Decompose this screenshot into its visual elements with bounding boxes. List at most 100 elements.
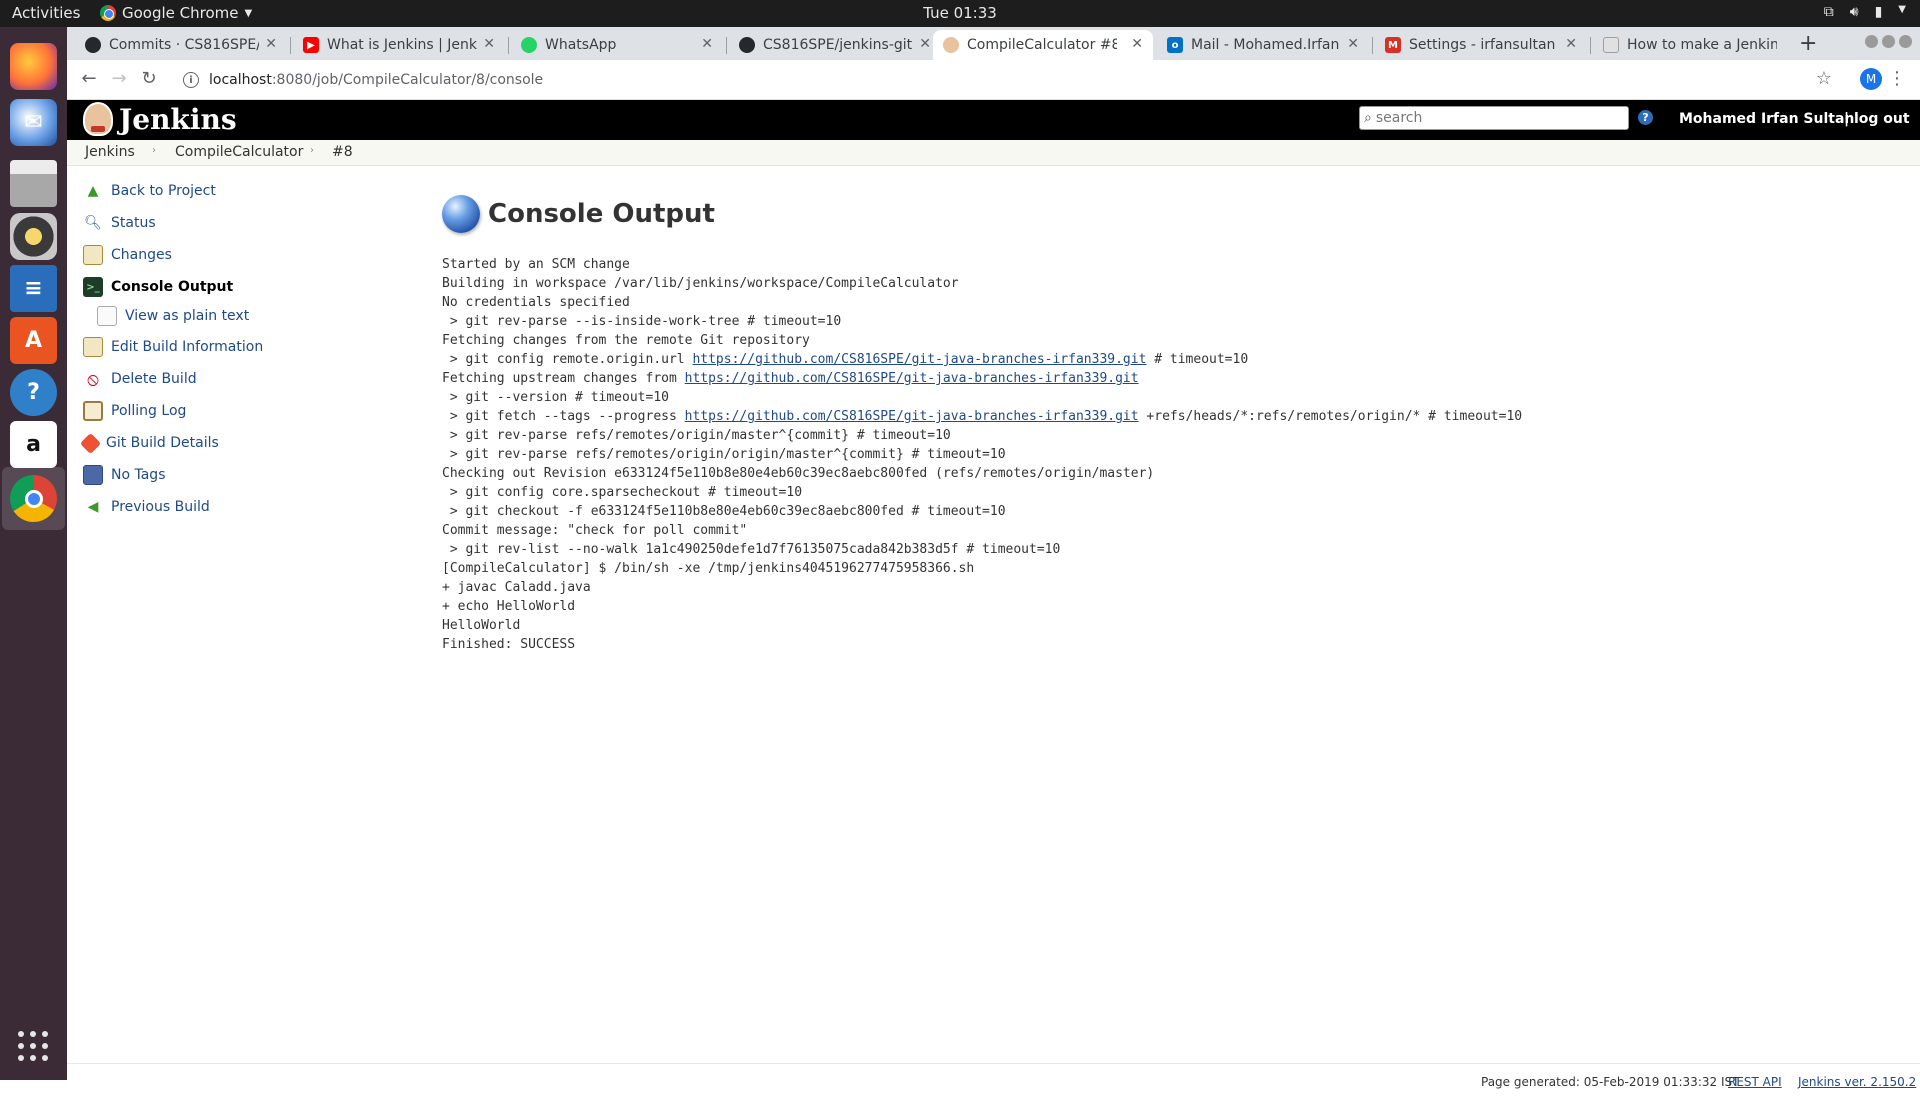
jenkins-brand: Jenkins <box>119 102 237 136</box>
repository-link[interactable]: https://github.com/CS816SPE/git-java-bra… <box>685 371 1139 386</box>
browser-tab[interactable]: CS816SPE/jenkins-git ✕ <box>729 30 941 60</box>
jenkins-version-link[interactable]: Jenkins ver. 2.150.2 <box>1798 1075 1916 1089</box>
browser-tab[interactable]: M Settings - irfansultan ✕ <box>1375 30 1587 60</box>
forward-arrow-icon[interactable]: → <box>107 68 131 89</box>
app-menu[interactable]: Google Chrome ▼ <box>100 4 252 22</box>
close-icon[interactable]: ✕ <box>265 36 277 52</box>
close-icon[interactable]: ✕ <box>1565 36 1577 52</box>
task-status[interactable]: 🔍︎ Status <box>83 212 156 234</box>
address-bar[interactable]: i localhost :8080/job/CompileCalculator/… <box>171 64 1834 96</box>
task-console-output[interactable]: >_ Console Output <box>83 276 233 298</box>
search-box[interactable]: ⌕ search <box>1359 106 1629 130</box>
task-no-tags[interactable]: No Tags <box>83 464 165 486</box>
close-icon[interactable]: ✕ <box>483 36 495 52</box>
jenkins-page: Jenkins ⌕ search ? Mohamed Irfan Sultan … <box>67 100 1920 1089</box>
console-line: > git rev-parse refs/remotes/origin/orig… <box>442 447 1006 462</box>
task-label: Edit Build Information <box>111 339 264 355</box>
ubuntu-dock: ✉ ≡ A ? a <box>0 27 67 1080</box>
minimize-button[interactable] <box>1865 35 1878 48</box>
console-output: Started by an SCM change Building in work… <box>442 255 1522 654</box>
task-previous-build[interactable]: ◀ Previous Build <box>83 496 210 518</box>
search-input[interactable]: search <box>1376 110 1423 126</box>
task-view-plain-text[interactable]: View as plain text <box>97 305 249 327</box>
jenkins-logo[interactable]: Jenkins <box>83 102 237 136</box>
bookmark-star-icon[interactable]: ☆ <box>1816 68 1832 89</box>
browser-tab[interactable]: Commits · CS816SPE/git-java-branches ✕ <box>75 30 287 60</box>
breadcrumb-job[interactable]: CompileCalculator <box>175 144 303 160</box>
task-git-build-details[interactable]: Git Build Details <box>79 432 219 454</box>
chevron-right-icon: › <box>152 145 156 156</box>
browser-tab[interactable]: ▶ What is Jenkins | Jenkins ✕ <box>293 30 505 60</box>
tab-strip: Commits · CS816SPE/git-java-branches ✕ ▶… <box>67 27 1920 60</box>
logout-link[interactable]: | log out <box>1844 111 1910 127</box>
console-line: > git rev-list --no-walk 1a1c490250defe1… <box>442 542 1061 557</box>
browser-toolbar: ← → ↻ i localhost :8080/job/CompileCalcu… <box>67 60 1920 100</box>
console-line: HelloWorld <box>442 618 521 633</box>
new-tab-button[interactable]: + <box>1799 31 1817 56</box>
maximize-button[interactable] <box>1882 35 1895 48</box>
more-menu-icon[interactable]: ⋮ <box>1888 68 1906 89</box>
close-window-button[interactable] <box>1899 35 1912 48</box>
close-icon[interactable]: ✕ <box>701 36 713 52</box>
page-title: Console Output <box>488 199 715 229</box>
tab-title: Mail - Mohamed.Irfan <box>1191 37 1340 53</box>
dropdown-arrow-icon: ▼ <box>244 7 253 19</box>
no-entry-icon: ⦸ <box>87 368 99 390</box>
task-changes[interactable]: Changes <box>83 244 172 266</box>
build-status-ball-icon <box>442 195 480 233</box>
console-line: Building in workspace /var/lib/jenkins/w… <box>442 276 959 291</box>
task-back-to-project[interactable]: ▲ Back to Project <box>83 180 216 202</box>
tab-divider <box>290 37 291 54</box>
writer-icon[interactable]: ≡ <box>10 265 57 312</box>
amazon-icon[interactable]: a <box>10 421 57 468</box>
back-arrow-icon[interactable]: ← <box>77 68 101 89</box>
rest-api-link[interactable]: REST API <box>1728 1075 1782 1089</box>
chrome-icon[interactable] <box>10 475 57 522</box>
show-apps-icon[interactable] <box>18 1031 49 1062</box>
software-center-icon[interactable]: A <box>10 317 57 364</box>
document-icon <box>97 306 117 326</box>
files-icon[interactable] <box>10 160 57 207</box>
repository-link[interactable]: https://github.com/CS816SPE/git-java-bra… <box>685 409 1139 424</box>
firefox-icon[interactable] <box>10 43 57 90</box>
thunderbird-icon[interactable]: ✉ <box>10 99 57 146</box>
help-icon[interactable]: ? <box>1638 110 1653 125</box>
close-icon[interactable]: ✕ <box>919 36 931 52</box>
save-icon <box>83 465 103 485</box>
console-line: + echo HelloWorld <box>442 599 576 614</box>
task-label: Status <box>111 215 156 231</box>
console-line: Fetching upstream changes from https://g… <box>442 371 1139 386</box>
tab-divider <box>726 37 727 54</box>
jenkins-header: Jenkins ⌕ search ? Mohamed Irfan Sultan … <box>67 100 1920 140</box>
task-delete-build[interactable]: ⦸ Delete Build <box>83 368 196 390</box>
help-icon[interactable]: ? <box>10 369 57 416</box>
activities-button[interactable]: Activities <box>12 4 80 22</box>
clock[interactable]: Tue 01:33 <box>0 4 1920 22</box>
close-icon[interactable]: ✕ <box>1131 36 1143 52</box>
console-line: Checking out Revision e633124f5e110b8e80… <box>442 466 1155 481</box>
browser-tab[interactable]: o Mail - Mohamed.Irfan ✕ <box>1157 30 1369 60</box>
tab-title: What is Jenkins | Jenkins <box>327 37 477 53</box>
breadcrumb-build[interactable]: #8 <box>332 144 353 160</box>
reload-icon[interactable]: ↻ <box>137 68 161 89</box>
browser-tab[interactable]: WhatsApp ✕ <box>511 30 723 60</box>
browser-tab-active[interactable]: CompileCalculator #8 ✕ <box>933 30 1153 60</box>
console-line: Commit message: "check for poll commit" <box>442 523 748 538</box>
git-icon <box>79 432 102 454</box>
info-icon[interactable]: i <box>183 72 199 88</box>
system-tray[interactable]: ⧉ 🔊︎ ▮ ▼ <box>1824 4 1906 20</box>
breadcrumb-jenkins[interactable]: Jenkins <box>85 144 135 160</box>
user-link[interactable]: Mohamed Irfan Sultan <box>1679 111 1854 127</box>
close-icon[interactable]: ✕ <box>1347 36 1359 52</box>
rhythmbox-icon[interactable] <box>10 213 57 260</box>
console-line: Fetching changes from the remote Git rep… <box>442 333 810 348</box>
browser-tab[interactable]: How to make a Jenkins <box>1593 30 1793 60</box>
chevron-right-icon: › <box>310 145 314 156</box>
repository-link[interactable]: https://github.com/CS816SPE/git-java-bra… <box>692 352 1146 367</box>
profile-avatar[interactable]: M <box>1860 68 1882 90</box>
task-polling-log[interactable]: Polling Log <box>83 400 186 422</box>
url-path: :8080/job/CompileCalculator/8/console <box>271 72 544 88</box>
chevron-down-icon: ▼ <box>1898 4 1906 15</box>
task-edit-build-information[interactable]: Edit Build Information <box>83 336 263 358</box>
battery-icon: ▮ <box>1874 4 1883 20</box>
